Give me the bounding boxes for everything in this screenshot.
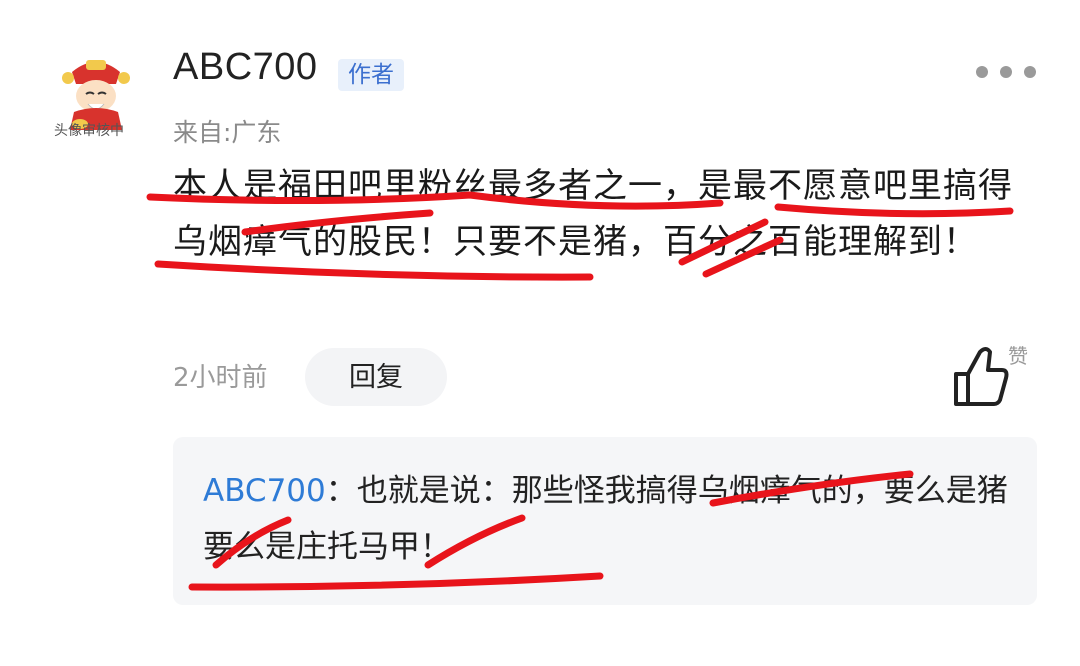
more-dot [1000,66,1012,78]
location-label: 来自:广东 [173,118,282,147]
author-badge: 作者 [338,59,404,91]
comment-time: 2小时前 [173,363,268,393]
comment-username[interactable]: ABC700 [173,46,318,89]
more-dot [976,66,988,78]
comment-text: 本人是福田吧里粉丝最多者之一，是最不愿意吧里搞得乌烟瘴气的股民！只要不是猪，百分… [173,166,1013,262]
more-dot [1024,66,1036,78]
sub-reply-text: ABC700：也就是说：那些怪我搞得乌烟瘴气的，要么是猪要么是庄托马甲！ [203,463,1013,575]
more-options-icon[interactable] [976,60,1036,84]
sub-reply-username[interactable]: ABC700 [203,473,326,509]
like-label: 赞 [1008,344,1028,368]
avatar-caption: 头像审核中 [54,123,124,139]
reply-button[interactable]: 回复 [305,348,447,406]
sub-reply-separator: ： [325,473,357,509]
